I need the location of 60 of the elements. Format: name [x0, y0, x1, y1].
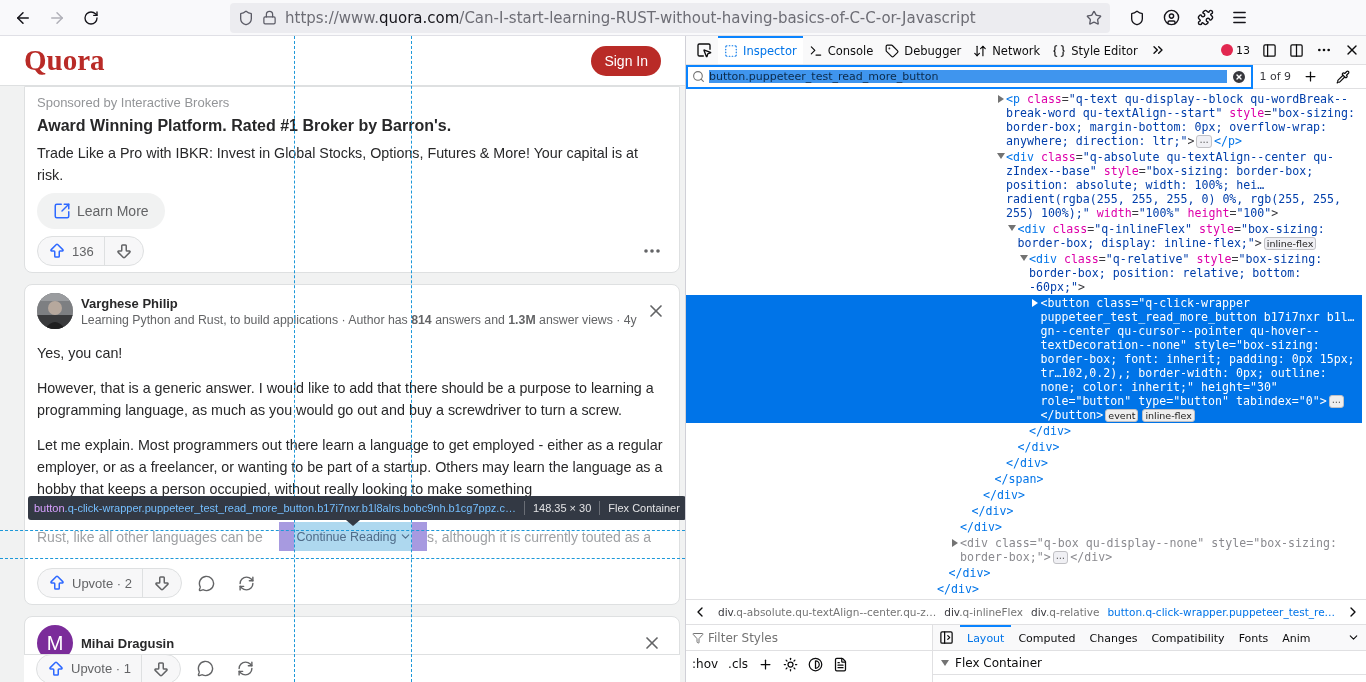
answer-paragraph: Let me explain. Most programmers out there learn a language to get employed - either as a regular employer, or as a freelancer, or wanting to be part of a startup. Others may learn the language as a hobby that keeps a person occupied, without really looking to make something — [37, 436, 664, 499]
sidebar-tab[interactable]: Changes — [1082, 625, 1145, 650]
markup-node[interactable]: <p class="q-text qu-display--block qu-wordBreak--break-word qu-textAlign--start" style="box-sizing: border-box; margin-bottom: 0px; overflow-wrap: anywhere; direction: ltr;"> ⋯ </p> — [686, 91, 1362, 149]
closing-tag: </div> — [686, 519, 1362, 535]
upvote-button[interactable]: 136 — [38, 237, 105, 265]
faded-text: Rust, like all other languages can be — [37, 528, 264, 545]
hover-toggle-button[interactable]: :hov — [692, 657, 719, 671]
sidebar-tab[interactable]: Computed — [1011, 625, 1083, 650]
author-name[interactable]: Varghese Philip — [81, 295, 637, 311]
markup-node[interactable]: <div class="q-inlineFlex" style="box-sizing: border-box; display: inline-flex;"> inline-flex — [686, 221, 1362, 251]
closing-tag: </div> — [686, 455, 1362, 471]
ad-text: Trade Like a Pro with IBKR: Invest in Global Stocks, Options, Futures & More! Your capital is at risk. — [37, 144, 639, 185]
address-bar[interactable]: https://www.quora.com/Can-I-start-learning-RUST-without-having-basics-of-C-C-or-Javascript — [230, 2, 1110, 33]
devtools-tab[interactable]: Debugger — [879, 36, 968, 64]
closing-tag: </div> — [686, 503, 1362, 519]
closing-tag: </div> — [686, 487, 1362, 503]
upvote-button[interactable]: Upvote · 1 — [37, 654, 142, 682]
logo: Quora — [24, 44, 105, 77]
markup-node[interactable]: <button class="q-click-wrapper puppeteer_test_read_more_button b17i7nxr b1l…gn--center qu-cursor--pointer qu-hover--textDecoration--none" style="box-sizing: border-box; font: inherit; padding: 0px 15px; tr…102,0.2),; border-width: 0px; outline: none; color: inherit;" height="30" role="button" type="button" tabindex="0"> ⋯ </button> event inline-flex — [686, 295, 1362, 423]
sign-in-button[interactable]: Sign In — [591, 45, 661, 76]
placeholder-text: Filter Styles — [708, 630, 778, 645]
upvote-button[interactable]: Upvote · 2 — [38, 569, 143, 597]
closing-tag: </div> — [686, 439, 1362, 455]
filter-styles-field[interactable]: Filter Styles — [686, 625, 932, 651]
selector-text: button.q-click-wrapper.puppeteer_test_read_more_button.b17i7nxr.b1l8alrs.bobc9nh.b1cg7ppz.c… — [34, 502, 516, 514]
section-header[interactable]: Flex Container — [955, 655, 1042, 670]
search-field[interactable]: button.puppeteer_test_read_more_button — [686, 64, 1254, 89]
breadcrumb[interactable]: div.q-absolute.qu-textAlign--center.qu-z… — [714, 606, 941, 618]
size-text: 148.35 × 30 — [532, 502, 592, 514]
type-text: Flex Container — [608, 502, 680, 514]
breadcrumb[interactable]: button.q-click-wrapper.puppeteer_test_re… — [1103, 606, 1340, 618]
url-text: https://www.quora.com/Can-I-start-learning-RUST-without-having-basics-of-C-C-or-Javascript — [285, 8, 977, 27]
faded-text: s, although it is currently touted as a — [427, 528, 652, 545]
match-count: 1 of 9 — [1259, 70, 1291, 83]
breadcrumb[interactable]: div.q-inlineFlex — [940, 606, 1028, 618]
closing-tag: </div> — [686, 581, 1362, 597]
author-credentials: Learning Python and Rust, to build applications · Author has 814 answers and 1.3M answer views · 4y — [81, 312, 637, 327]
devtools-tab[interactable]: Style Editor — [1046, 36, 1144, 64]
answer-paragraph: However, that is a generic answer. I would like to add that there should be a purpose to learning a programming language, as much as you would go out and buy a screwdriver to turn a screw. — [37, 379, 655, 420]
devtools-tab[interactable]: Inspector — [718, 36, 803, 64]
markup-node[interactable]: <div class="q-box qu-display--none" style="box-sizing: border-box;"> ⋯ </div> — [686, 535, 1362, 565]
devtools-tab[interactable]: Console — [802, 36, 880, 64]
sidebar-tab[interactable]: Layout — [960, 625, 1012, 650]
markup-node[interactable]: <div class="q-absolute qu-textAlign--center qu-zIndex--base" style="box-sizing: border-box; position: absolute; width: 100%; hei…radient(rgba(255, 255, 255, 0) 0%, rgb(255, 255, 255) 100%);" width="100%" height="100"> — [686, 149, 1362, 221]
learn-more-button[interactable]: Learn More — [37, 193, 165, 229]
closing-tag: </div> — [686, 565, 1362, 581]
sidebar-tab[interactable]: Compatibility — [1144, 625, 1232, 650]
devtools-tab[interactable]: Network — [967, 36, 1047, 64]
error-count[interactable]: 13 — [1215, 36, 1256, 64]
answer-paragraph: Yes, you can! — [37, 344, 124, 363]
classes-toggle-button[interactable]: .cls — [728, 657, 749, 671]
author-name[interactable]: Mihai Dragusin — [81, 635, 629, 651]
markup-node[interactable]: <div class="q-relative" style="box-sizing: border-box; position: relative; bottom: -60px;"> — [686, 251, 1362, 295]
closing-tag: </div> — [686, 423, 1362, 439]
breadcrumb[interactable]: div.q-relative — [1027, 606, 1104, 618]
continue-reading-button[interactable]: Continue Reading — [279, 522, 427, 551]
sponsor-label: Sponsored by Interactive Brokers — [37, 95, 231, 110]
sidebar-tab[interactable]: Fonts — [1231, 625, 1276, 650]
sidebar-tab[interactable]: Anim — [1275, 625, 1318, 650]
closing-tag: </span> — [686, 471, 1362, 487]
